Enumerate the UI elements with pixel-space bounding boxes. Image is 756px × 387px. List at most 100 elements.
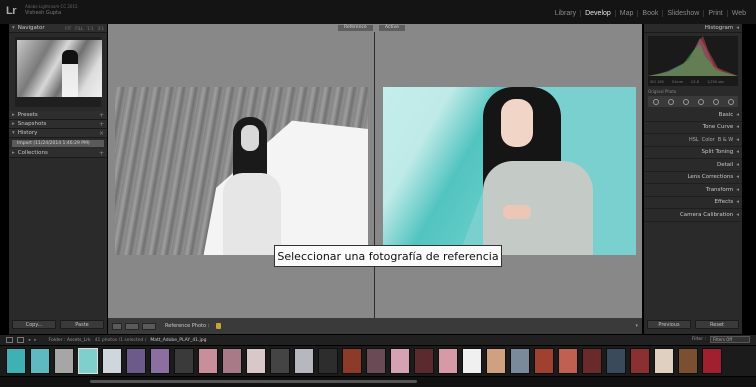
histogram[interactable]: ISO 160 51mm f/2.8 1/250 sec bbox=[648, 36, 738, 86]
filmstrip-thumbnail[interactable] bbox=[318, 348, 338, 374]
module-develop[interactable]: Develop bbox=[581, 10, 616, 17]
navigator-title: Navigator bbox=[17, 25, 45, 31]
history-item[interactable]: Import (11/24/2014 1:46:29 PM) bbox=[12, 140, 104, 147]
reference-photo[interactable] bbox=[115, 87, 368, 255]
section-detail[interactable]: Detail ◂ bbox=[644, 159, 742, 172]
paste-button[interactable]: Paste bbox=[60, 320, 104, 329]
lock-icon[interactable] bbox=[216, 323, 222, 329]
module-print[interactable]: Print bbox=[704, 10, 728, 17]
filmstrip-thumbnail[interactable] bbox=[534, 348, 554, 374]
back-arrow-icon[interactable]: ◂ bbox=[28, 338, 30, 343]
zoom-3-1[interactable]: 3:1 bbox=[98, 26, 104, 31]
toolbar-dropdown-icon[interactable]: ▾ bbox=[635, 323, 638, 329]
filmstrip-thumbnail[interactable] bbox=[54, 348, 74, 374]
filmstrip-thumbnail[interactable] bbox=[6, 348, 26, 374]
reference-view-icon[interactable] bbox=[142, 322, 156, 330]
second-window-icon[interactable] bbox=[6, 337, 13, 343]
loupe-view-icon[interactable] bbox=[112, 322, 122, 330]
section-tone-curve[interactable]: Tone Curve ◂ bbox=[644, 122, 742, 134]
previous-button[interactable]: Previous bbox=[647, 320, 691, 329]
filmstrip-thumbnail[interactable] bbox=[78, 348, 98, 374]
grid-icon[interactable] bbox=[17, 337, 24, 343]
filmstrip-thumbnail[interactable] bbox=[582, 348, 602, 374]
filmstrip-thumbnail[interactable] bbox=[630, 348, 650, 374]
snapshots-header[interactable]: ▸ Snapshots + bbox=[9, 120, 107, 129]
before-after-icon[interactable] bbox=[125, 322, 139, 330]
collections-header[interactable]: ▸ Collections + bbox=[9, 149, 107, 158]
zoom-fill[interactable]: FILL bbox=[75, 26, 83, 31]
selected-file: Matt_Adobe_PLAY_41.jpg bbox=[150, 337, 207, 343]
filmstrip-thumbnail[interactable] bbox=[558, 348, 578, 374]
filmstrip-thumbnail[interactable] bbox=[462, 348, 482, 374]
section-camera-calibration[interactable]: Camera Calibration ◂ bbox=[644, 209, 742, 222]
filmstrip-scrollbar[interactable] bbox=[0, 377, 756, 387]
filter-dropdown[interactable]: Filters Off bbox=[710, 336, 750, 343]
zoom-1-1[interactable]: 1:1 bbox=[87, 26, 93, 31]
navigator-zoom-levels: FIT FILL 1:1 3:1 bbox=[65, 26, 104, 31]
reset-button[interactable]: Reset bbox=[695, 320, 739, 329]
source-path[interactable]: Folder : Assets_Lrk bbox=[49, 338, 91, 343]
graduated-filter-icon[interactable] bbox=[697, 98, 704, 105]
add-collection-icon[interactable]: + bbox=[99, 150, 104, 157]
module-slideshow[interactable]: Slideshow bbox=[663, 10, 705, 17]
zoom-fit[interactable]: FIT bbox=[65, 26, 71, 31]
scrollbar-thumb[interactable] bbox=[90, 380, 417, 383]
filmstrip-thumbnail[interactable] bbox=[678, 348, 698, 374]
filmstrip-thumbnail[interactable] bbox=[174, 348, 194, 374]
section-basic[interactable]: Basic ◂ bbox=[644, 109, 742, 122]
filmstrip-thumbnail[interactable] bbox=[270, 348, 290, 374]
expand-triangle-icon: ◂ bbox=[736, 149, 739, 156]
section-transform[interactable]: Transform ◂ bbox=[644, 184, 742, 197]
reference-photo-label: Reference Photo : bbox=[165, 323, 210, 329]
module-book[interactable]: Book bbox=[638, 10, 664, 17]
histogram-header[interactable]: Histogram ◂ bbox=[644, 24, 742, 33]
module-web[interactable]: Web bbox=[728, 10, 750, 17]
tab-bw[interactable]: B & W bbox=[718, 137, 733, 143]
filmstrip-thumbnail[interactable] bbox=[102, 348, 122, 374]
filmstrip-thumbnail[interactable] bbox=[150, 348, 170, 374]
filmstrip-thumbnail[interactable] bbox=[198, 348, 218, 374]
filmstrip-thumbnail[interactable] bbox=[654, 348, 674, 374]
filmstrip-thumbnail[interactable] bbox=[702, 348, 722, 374]
filmstrip-thumbnail[interactable] bbox=[222, 348, 242, 374]
filmstrip-thumbnail[interactable] bbox=[342, 348, 362, 374]
tab-hsl[interactable]: HSL bbox=[689, 137, 699, 143]
tab-color[interactable]: Color bbox=[702, 137, 715, 143]
filmstrip-thumbnail[interactable] bbox=[390, 348, 410, 374]
clear-history-icon[interactable]: × bbox=[99, 130, 104, 137]
copy-button[interactable]: Copy... bbox=[12, 320, 56, 329]
filmstrip-thumbnail[interactable] bbox=[126, 348, 146, 374]
filmstrip-thumbnail[interactable] bbox=[414, 348, 434, 374]
active-photo[interactable] bbox=[383, 87, 636, 255]
red-eye-icon[interactable] bbox=[682, 98, 689, 105]
add-preset-icon[interactable]: + bbox=[99, 112, 104, 119]
radial-filter-icon[interactable] bbox=[712, 98, 719, 105]
crop-tool-icon[interactable] bbox=[652, 98, 659, 105]
filmstrip-thumbnail[interactable] bbox=[294, 348, 314, 374]
expand-triangle-icon: ▸ bbox=[12, 112, 15, 118]
filmstrip-thumbnail[interactable] bbox=[246, 348, 266, 374]
section-lens-corrections[interactable]: Lens Corrections ◂ bbox=[644, 172, 742, 184]
navigator-thumbnail bbox=[17, 40, 102, 97]
filmstrip-thumbnail[interactable] bbox=[30, 348, 50, 374]
history-header[interactable]: ▾ History × bbox=[9, 129, 107, 138]
section-hsl[interactable]: HSL Color B & W ◂ bbox=[644, 134, 742, 147]
forward-arrow-icon[interactable]: ▸ bbox=[34, 338, 36, 343]
module-map[interactable]: Map bbox=[616, 10, 639, 17]
filmstrip-thumbnail[interactable] bbox=[510, 348, 530, 374]
spot-removal-icon[interactable] bbox=[667, 98, 674, 105]
section-split-toning[interactable]: Split Toning ◂ bbox=[644, 147, 742, 159]
filmstrip-thumbnail[interactable] bbox=[438, 348, 458, 374]
filmstrip-thumbnail[interactable] bbox=[606, 348, 626, 374]
filter-label: Filter : bbox=[691, 337, 706, 342]
section-effects[interactable]: Effects ◂ bbox=[644, 197, 742, 209]
filmstrip-thumbnail[interactable] bbox=[366, 348, 386, 374]
navigator-header[interactable]: ▾ Navigator FIT FILL 1:1 3:1 bbox=[9, 24, 107, 33]
adjustment-brush-icon[interactable] bbox=[727, 98, 734, 105]
histogram-camera-info: ISO 160 51mm f/2.8 1/250 sec bbox=[650, 80, 724, 84]
navigator-preview[interactable] bbox=[15, 37, 102, 107]
filmstrip-thumbnail[interactable] bbox=[486, 348, 506, 374]
presets-header[interactable]: ▸ Presets + bbox=[9, 111, 107, 120]
module-library[interactable]: Library bbox=[551, 10, 582, 17]
add-snapshot-icon[interactable]: + bbox=[99, 121, 104, 128]
